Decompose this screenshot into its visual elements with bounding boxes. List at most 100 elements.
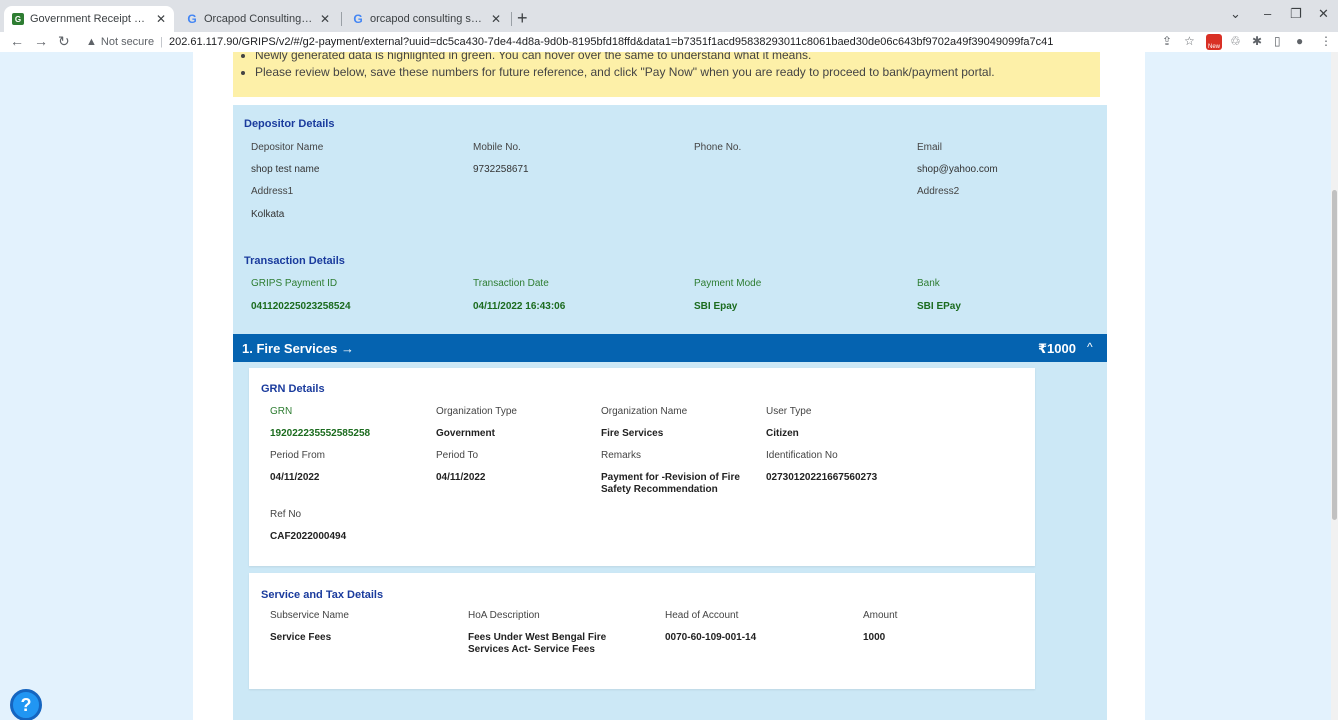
grips-favicon-icon: G — [12, 13, 24, 25]
tax-section-title: Service and Tax Details — [261, 589, 384, 601]
share-icon[interactable]: ⇪ — [1162, 34, 1172, 48]
notice-line: Newly generated data is highlighted in g… — [255, 52, 811, 62]
browser-tab-grips[interactable]: G Government Receipt Portal Syste ✕ — [4, 6, 174, 32]
grn-value: 192022235552585258 — [270, 428, 371, 439]
extensions-puzzle-icon[interactable]: ✱ — [1252, 34, 1262, 48]
back-icon[interactable]: ← — [10, 33, 24, 49]
period-from-label: Period From — [270, 450, 326, 461]
summary-panel: Depositor Details Depositor Name Mobile … — [233, 105, 1107, 334]
browser-tab-orcapod[interactable]: G Orcapod Consulting Services Pri ✕ — [178, 6, 338, 32]
remarks-value: Payment for -Revision of Fire Safety Rec… — [601, 472, 740, 495]
grn-section-title: GRN Details — [261, 383, 325, 395]
page-scrollbar[interactable] — [1331, 52, 1338, 720]
page-viewport: Newly generated data is highlighted in g… — [0, 52, 1338, 720]
profile-avatar-icon[interactable]: ● — [1296, 34, 1303, 48]
org-name-label: Organization Name — [601, 406, 688, 417]
address-bar[interactable]: ▲ Not secure | 202.61.117.90/GRIPS/v2/#/… — [86, 33, 1146, 51]
extension-icon[interactable]: ♲ — [1230, 34, 1241, 48]
service-amount: ₹1000 — [1038, 341, 1076, 356]
payment-id-value: 041120225023258524 — [251, 301, 351, 312]
service-tax-card: Service and Tax Details Subservice Name … — [249, 573, 1035, 689]
amount-label: Amount — [863, 610, 898, 621]
subservice-label: Subservice Name — [270, 610, 349, 621]
google-favicon-icon: G — [353, 12, 363, 26]
help-button[interactable]: ? — [10, 689, 42, 720]
tab-title: orcapod consulting services kolk — [370, 13, 485, 25]
payment-page: Newly generated data is highlighted in g… — [193, 52, 1145, 720]
extension-new-icon[interactable]: New — [1206, 34, 1222, 50]
browser-tab-search[interactable]: G orcapod consulting services kolk ✕ — [344, 6, 509, 32]
identification-label: Identification No — [766, 450, 838, 461]
grn-label: GRN — [270, 406, 293, 417]
transaction-section-title: Transaction Details — [244, 255, 345, 267]
tab-close-icon[interactable]: ✕ — [320, 12, 330, 26]
ref-no-label: Ref No — [270, 509, 302, 520]
hoa-value: Fees Under West Bengal Fire Services Act… — [468, 632, 607, 655]
reload-icon[interactable]: ↻ — [58, 33, 70, 50]
browser-toolbar: ← → ↻ ▲ Not secure | 202.61.117.90/GRIPS… — [0, 32, 1338, 52]
transaction-date-value: 04/11/2022 16:43:06 — [473, 301, 566, 312]
email-label: Email — [917, 142, 943, 153]
head-of-account-label: Head of Account — [665, 610, 739, 621]
restore-icon[interactable]: ❐ — [1290, 6, 1302, 22]
period-to-label: Period To — [436, 450, 479, 461]
bank-label: Bank — [917, 278, 940, 289]
service-accordion-header[interactable]: 1. Fire Services → ₹1000 ^ — [233, 334, 1107, 362]
tab-close-icon[interactable]: ✕ — [491, 12, 501, 26]
address2-label: Address2 — [917, 186, 960, 197]
mobile-value: 9732258671 — [473, 164, 529, 175]
scrollbar-thumb[interactable] — [1332, 190, 1337, 520]
subservice-value: Service Fees — [270, 632, 332, 643]
depositor-name-label: Depositor Name — [251, 142, 324, 153]
address1-value: Kolkata — [251, 209, 285, 220]
minimize-icon[interactable]: – — [1264, 6, 1271, 21]
period-from-value: 04/11/2022 — [270, 472, 320, 483]
bookmark-star-icon[interactable]: ☆ — [1184, 34, 1195, 48]
address-divider: | — [160, 36, 163, 48]
identification-value: 02730120221667560273 — [766, 472, 878, 483]
payment-id-label: GRIPS Payment ID — [251, 278, 338, 289]
payment-mode-value: SBI Epay — [694, 301, 738, 312]
service-accordion-body: GRN Details GRN Organization Type Organi… — [233, 362, 1107, 720]
depositor-section-title: Depositor Details — [244, 118, 335, 130]
security-status: Not secure — [100, 36, 155, 48]
payment-mode-label: Payment Mode — [694, 278, 762, 289]
tab-separator — [511, 12, 512, 26]
grn-details-card: GRN Details GRN Organization Type Organi… — [249, 368, 1035, 566]
email-value: shop@yahoo.com — [917, 164, 998, 175]
amount-value: 1000 — [863, 632, 886, 643]
tab-close-icon[interactable]: ✕ — [156, 12, 166, 26]
forward-icon[interactable]: → — [34, 33, 48, 49]
transaction-date-label: Transaction Date — [473, 278, 549, 289]
collapse-chevron-icon[interactable]: ^ — [1087, 340, 1093, 354]
bank-value: SBI EPay — [917, 301, 961, 312]
address1-label: Address1 — [251, 186, 294, 197]
tab-separator — [341, 12, 342, 26]
side-panel-icon[interactable]: ▯ — [1274, 34, 1281, 48]
info-notice: Newly generated data is highlighted in g… — [233, 52, 1100, 97]
period-to-value: 04/11/2022 — [436, 472, 486, 483]
hoa-label: HoA Description — [468, 610, 540, 621]
org-name-value: Fire Services — [601, 428, 664, 439]
tab-search-icon[interactable]: ⌄ — [1230, 6, 1241, 22]
warning-icon: ▲ — [86, 36, 97, 48]
mobile-label: Mobile No. — [473, 142, 521, 153]
url-text: 202.61.117.90/GRIPS/v2/#/g2-payment/exte… — [168, 36, 1054, 48]
browser-tabstrip: G Government Receipt Portal Syste ✕ G Or… — [0, 0, 1338, 32]
user-type-label: User Type — [766, 406, 812, 417]
depositor-name-value: shop test name — [251, 164, 320, 175]
org-type-value: Government — [436, 428, 495, 439]
google-favicon-icon: G — [187, 12, 197, 26]
user-type-value: Citizen — [766, 428, 799, 439]
org-type-label: Organization Type — [436, 406, 517, 417]
tab-title: Orcapod Consulting Services Pri — [204, 13, 314, 25]
notice-line: Please review below, save these numbers … — [255, 66, 995, 79]
ref-no-value: CAF2022000494 — [270, 531, 347, 542]
phone-label: Phone No. — [694, 142, 742, 153]
close-window-icon[interactable]: ✕ — [1318, 6, 1329, 22]
remarks-label: Remarks — [601, 450, 642, 461]
browser-menu-icon[interactable]: ⋮ — [1320, 34, 1332, 48]
new-tab-button[interactable]: + — [517, 8, 528, 29]
tab-title: Government Receipt Portal Syste — [30, 13, 150, 25]
head-of-account-value: 0070-60-109-001-14 — [665, 632, 757, 643]
